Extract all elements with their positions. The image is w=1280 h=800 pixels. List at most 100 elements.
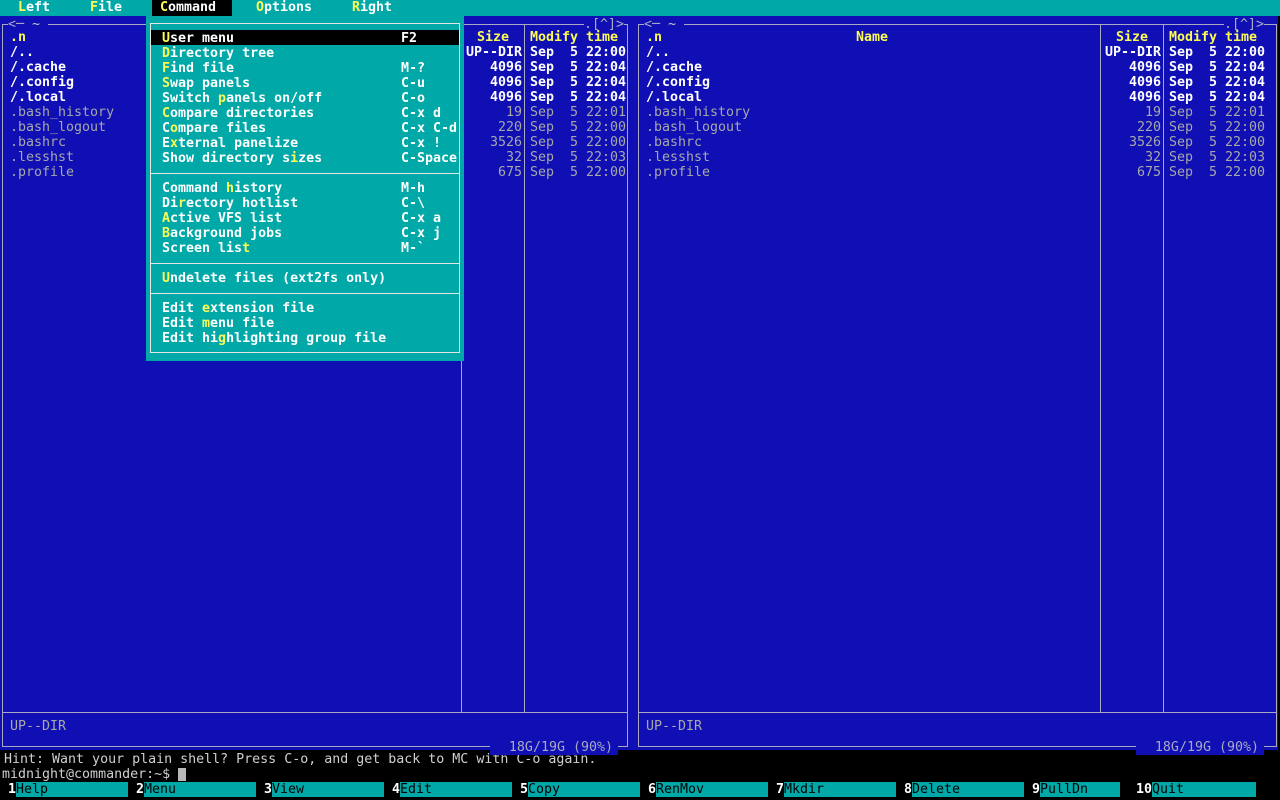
file-mtime[interactable]: Sep 5 22:03 [1169, 150, 1265, 165]
file-size[interactable]: 32 [1041, 150, 1161, 165]
file-mtime[interactable]: Sep 5 22:04 [530, 60, 626, 75]
file-size[interactable]: 4096 [1041, 60, 1161, 75]
file-size[interactable]: 4096 [1041, 90, 1161, 105]
file-mtime[interactable]: Sep 5 22:00 [1169, 45, 1265, 60]
hotkey-letter: F [162, 61, 171, 76]
file-mtime[interactable]: Sep 5 22:00 [530, 165, 626, 180]
file-name[interactable]: /.. [646, 45, 1098, 60]
file-name[interactable]: /.cache [646, 60, 1098, 75]
hotkey-letter: C [160, 0, 169, 15]
menu-separator [150, 173, 460, 174]
fnkey-number-9: 9 [1031, 782, 1040, 797]
hotkey-letter: B [162, 226, 171, 241]
column-header-mtime[interactable]: Modify time [530, 30, 618, 45]
disk-usage: 18G/19G (90%) [1136, 740, 1264, 755]
hotkey-letter: i [290, 151, 299, 166]
menubar-item-file[interactable]: File [82, 0, 138, 16]
file-name[interactable]: /.config [646, 75, 1098, 90]
column-header-size[interactable]: Size [1102, 30, 1162, 45]
column-header-mtime[interactable]: Modify time [1169, 30, 1257, 45]
column-header-size[interactable]: Size [463, 30, 523, 45]
fnkey-5-copy[interactable]: Copy [528, 782, 640, 797]
fnkey-2-menu[interactable]: Menu [144, 782, 256, 797]
menu-separator [150, 263, 460, 264]
fnkey-1-help[interactable]: Help [16, 782, 128, 797]
fnkey-4-edit[interactable]: Edit [400, 782, 512, 797]
file-mtime[interactable]: Sep 5 22:04 [1169, 90, 1265, 105]
hotkey-letter: U [162, 271, 171, 286]
hotkey-letter: m [202, 316, 211, 331]
file-name[interactable]: .profile [646, 165, 1098, 180]
file-name[interactable]: .bash_logout [646, 120, 1098, 135]
fnkey-7-mkdir[interactable]: Mkdir [784, 782, 896, 797]
menubar-item-command[interactable]: Command [152, 0, 232, 16]
fnkey-8-delete[interactable]: Delete [912, 782, 1024, 797]
file-mtime[interactable]: Sep 5 22:00 [1169, 165, 1265, 180]
menu-item-edit-menu-file[interactable]: Edit menu file [162, 316, 450, 331]
column-header-name[interactable]: Name [646, 30, 1098, 45]
mini-status-separator [639, 712, 1276, 713]
hotkey-letter: F [90, 0, 99, 15]
menu-item-edit-highlighting-group-file[interactable]: Edit highlighting group file [162, 331, 450, 346]
menubar-item-right[interactable]: Right [344, 0, 408, 16]
file-mtime[interactable]: Sep 5 22:01 [1169, 105, 1265, 120]
hotkey-letter: h [226, 181, 235, 196]
file-mtime[interactable]: Sep 5 22:04 [530, 75, 626, 90]
mini-status-separator [3, 712, 627, 713]
file-mtime[interactable]: Sep 5 22:00 [530, 120, 626, 135]
disk-usage: 18G/19G (90%) [490, 740, 618, 755]
file-mtime[interactable]: Sep 5 22:04 [1169, 75, 1265, 90]
hotkey-letter: o [170, 121, 179, 136]
file-size[interactable]: 3526 [1041, 135, 1161, 150]
file-mtime[interactable]: Sep 5 22:00 [1169, 135, 1265, 150]
file-mtime[interactable]: Sep 5 22:04 [1169, 60, 1265, 75]
fnkey-10-quit[interactable]: Quit [1152, 782, 1256, 797]
mini-status: UP--DIR [646, 719, 703, 734]
menubar-item-left[interactable]: Left [10, 0, 66, 16]
menu-item-shortcut: C-\ [401, 196, 426, 211]
command-dropdown-menu: User menu F2 Directory tree Find file M-? Swa… [146, 16, 464, 361]
midnight-commander-screen: <─ ~ .[^]>.nNameSizeModify time/..UP--DI… [0, 0, 1280, 800]
menubar: Left File Command Options Right [0, 0, 1280, 16]
file-name[interactable]: .bashrc [646, 135, 1098, 150]
file-size[interactable]: UP--DIR [1041, 45, 1161, 60]
menu-item-undelete-files-ext2fs-only[interactable]: Undelete files (ext2fs only) [162, 271, 450, 286]
file-name[interactable]: .lesshst [646, 150, 1098, 165]
file-size[interactable]: 19 [1041, 105, 1161, 120]
fnkey-6-renmov[interactable]: RenMov [656, 782, 768, 797]
menu-item-directory-tree[interactable]: Directory tree [162, 46, 450, 61]
fnkey-number-7: 7 [775, 782, 784, 797]
menu-item-shortcut: M-h [401, 181, 426, 196]
hotkey-letter: S [162, 76, 171, 91]
command-input[interactable]: midnight@commander:~$ [2, 767, 170, 782]
file-mtime[interactable]: Sep 5 22:03 [530, 150, 626, 165]
file-size[interactable]: 4096 [1041, 75, 1161, 90]
file-mtime[interactable]: Sep 5 22:01 [530, 105, 626, 120]
file-mtime[interactable]: Sep 5 22:00 [530, 45, 626, 60]
file-size[interactable]: 220 [1041, 120, 1161, 135]
function-key-bar: 1 Help 2 Menu 3 View 4 Edit 5 Copy 6 RenMov 7 Mkdir 8 D… [0, 782, 1280, 797]
file-name[interactable]: .bash_history [646, 105, 1098, 120]
fnkey-number-6: 6 [647, 782, 656, 797]
fnkey-number-3: 3 [263, 782, 272, 797]
file-mtime[interactable]: Sep 5 22:04 [530, 90, 626, 105]
fnkey-number-2: 2 [135, 782, 144, 797]
menu-item-shortcut: C-u [401, 76, 426, 91]
file-name[interactable]: /.local [646, 90, 1098, 105]
hotkey-letter: L [18, 0, 27, 15]
file-mtime[interactable]: Sep 5 22:00 [530, 135, 626, 150]
menubar-item-options[interactable]: Options [248, 0, 328, 16]
hotkey-letter: x [170, 136, 179, 151]
fnkey-3-view[interactable]: View [272, 782, 384, 797]
hotkey-letter: O [256, 0, 265, 15]
hotkey-letter: g [218, 331, 227, 346]
menu-item-shortcut: C-Space [401, 151, 458, 166]
file-size[interactable]: 675 [1041, 165, 1161, 180]
menu-item-shortcut: C-x d [401, 106, 442, 121]
hotkey-letter: p [218, 91, 227, 106]
menu-item-shortcut: C-x j [401, 226, 442, 241]
file-mtime[interactable]: Sep 5 22:00 [1169, 120, 1265, 135]
menu-item-edit-extension-file[interactable]: Edit extension file [162, 301, 450, 316]
menu-item-shortcut: C-x ! [401, 136, 442, 151]
fnkey-9-pulldn[interactable]: PullDn [1040, 782, 1120, 797]
